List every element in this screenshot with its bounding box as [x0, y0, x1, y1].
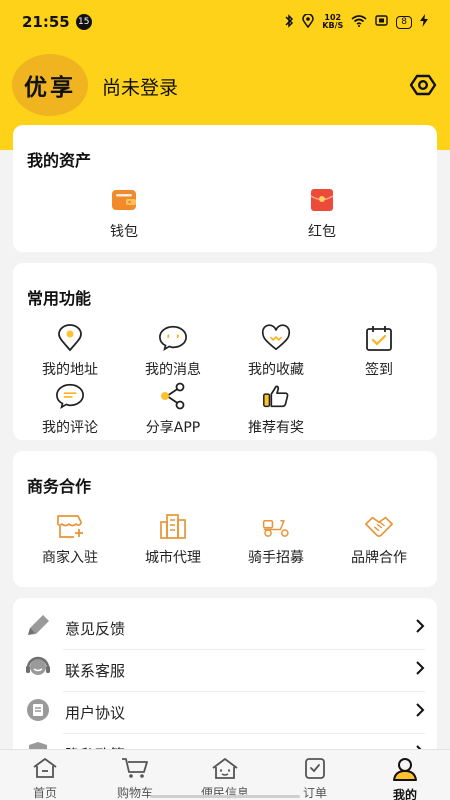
tab-mine-label: 我的	[392, 788, 417, 800]
my-messages-label: 我的消息	[145, 362, 201, 378]
bluetooth-icon	[284, 13, 294, 31]
sim-icon	[375, 15, 388, 29]
red-envelope-label: 红包	[308, 224, 336, 240]
tab-cart[interactable]: 购物车	[90, 750, 180, 800]
my-favorites-button[interactable]: 我的收藏	[226, 323, 326, 379]
rider-recruit-label: 骑手招募	[248, 550, 304, 566]
info-house-icon	[210, 757, 240, 783]
building-icon	[158, 511, 188, 541]
order-icon	[303, 757, 327, 783]
home-indicator	[150, 795, 300, 798]
thumbs-up-icon	[261, 381, 291, 411]
tab-orders-label: 订单	[302, 786, 327, 800]
menu-list-card: 意见反馈 联系客服 用户协议 隐私政策	[13, 598, 437, 758]
comment-icon	[55, 381, 85, 411]
assets-title: 我的资产	[27, 151, 92, 170]
rider-recruit-button[interactable]: 骑手招募	[226, 511, 326, 567]
tab-home-label: 首页	[32, 786, 57, 800]
headset-icon	[25, 656, 51, 684]
wifi-icon	[351, 14, 367, 30]
login-status[interactable]: 尚未登录	[102, 73, 178, 100]
location-status-icon	[302, 12, 315, 31]
bottom-tab-bar: 首页 购物车 便民信息 订单 我的	[0, 749, 450, 800]
cart-icon	[121, 757, 149, 783]
business-card: 商务合作 商家入驻 城市代理 骑手招募 品牌合作	[13, 451, 437, 587]
tab-info[interactable]: 便民信息	[180, 750, 270, 800]
my-comments-button[interactable]: 我的评论	[20, 381, 120, 437]
my-messages-button[interactable]: 我的消息	[123, 323, 223, 379]
home-icon	[32, 757, 58, 783]
tab-mine[interactable]: 我的	[360, 750, 450, 800]
customer-service-row[interactable]: 联系客服	[13, 649, 437, 691]
assets-card: 我的资产 钱包 红包	[13, 125, 437, 252]
city-agent-label: 城市代理	[145, 550, 201, 566]
handshake-icon	[364, 511, 394, 541]
user-icon	[392, 757, 418, 785]
status-icons: 102 KB/S 8	[284, 12, 428, 31]
business-title: 商务合作	[27, 477, 92, 496]
pencil-icon	[25, 614, 51, 642]
tab-home[interactable]: 首页	[0, 750, 90, 800]
brand-partnership-button[interactable]: 品牌合作	[329, 511, 429, 567]
net-speed-unit: KB/S	[322, 21, 344, 30]
merchant-join-label: 商家入驻	[42, 550, 98, 566]
share-app-button[interactable]: 分享APP	[123, 381, 223, 437]
tab-cart-label: 购物车	[116, 786, 153, 800]
referral-reward-button[interactable]: 推荐有奖	[226, 381, 326, 437]
check-in-button[interactable]: 签到	[329, 323, 429, 379]
feedback-label: 意见反馈	[65, 619, 126, 638]
wallet-button[interactable]: 钱包	[74, 185, 174, 241]
feedback-row[interactable]: 意见反馈	[13, 607, 437, 649]
referral-reward-label: 推荐有奖	[248, 420, 304, 436]
my-favorites-label: 我的收藏	[248, 362, 304, 378]
notification-badge: 15	[75, 14, 92, 30]
status-time: 21:55	[22, 13, 70, 31]
wallet-icon	[109, 185, 139, 215]
status-bar: 21:55 15 102 KB/S 8	[0, 0, 450, 44]
chevron-right-icon	[415, 618, 425, 638]
net-speed: 102 KB/S	[322, 14, 343, 30]
my-address-button[interactable]: 我的地址	[20, 323, 120, 379]
battery-indicator: 8	[396, 15, 412, 29]
charging-icon	[420, 14, 428, 30]
check-in-label: 签到	[365, 362, 393, 378]
chevron-right-icon	[415, 702, 425, 722]
common-functions-title: 常用功能	[27, 289, 92, 308]
scooter-icon	[261, 511, 291, 541]
tab-orders[interactable]: 订单	[270, 750, 360, 800]
red-envelope-button[interactable]: 红包	[272, 185, 372, 241]
chevron-right-icon	[415, 660, 425, 680]
document-icon	[25, 698, 51, 726]
message-icon	[158, 323, 188, 353]
heart-icon	[261, 323, 291, 353]
avatar[interactable]: 优享	[12, 54, 88, 116]
user-agreement-label: 用户协议	[65, 703, 126, 722]
city-agent-button[interactable]: 城市代理	[123, 511, 223, 567]
brand-partnership-label: 品牌合作	[351, 550, 407, 566]
my-comments-label: 我的评论	[42, 420, 98, 436]
common-functions-card: 常用功能 我的地址 我的消息 我的收藏 签到 我的评论 分享APP 推荐有奖	[13, 263, 437, 440]
wallet-label: 钱包	[110, 224, 138, 240]
settings-icon[interactable]	[408, 70, 438, 100]
share-app-label: 分享APP	[145, 420, 201, 436]
store-add-icon	[55, 511, 85, 541]
share-icon	[158, 381, 188, 411]
red-envelope-icon	[307, 185, 337, 215]
merchant-join-button[interactable]: 商家入驻	[20, 511, 120, 567]
user-agreement-row[interactable]: 用户协议	[13, 691, 437, 733]
customer-service-label: 联系客服	[65, 661, 126, 680]
location-icon	[55, 323, 85, 353]
my-address-label: 我的地址	[42, 362, 98, 378]
calendar-check-icon	[364, 323, 394, 353]
